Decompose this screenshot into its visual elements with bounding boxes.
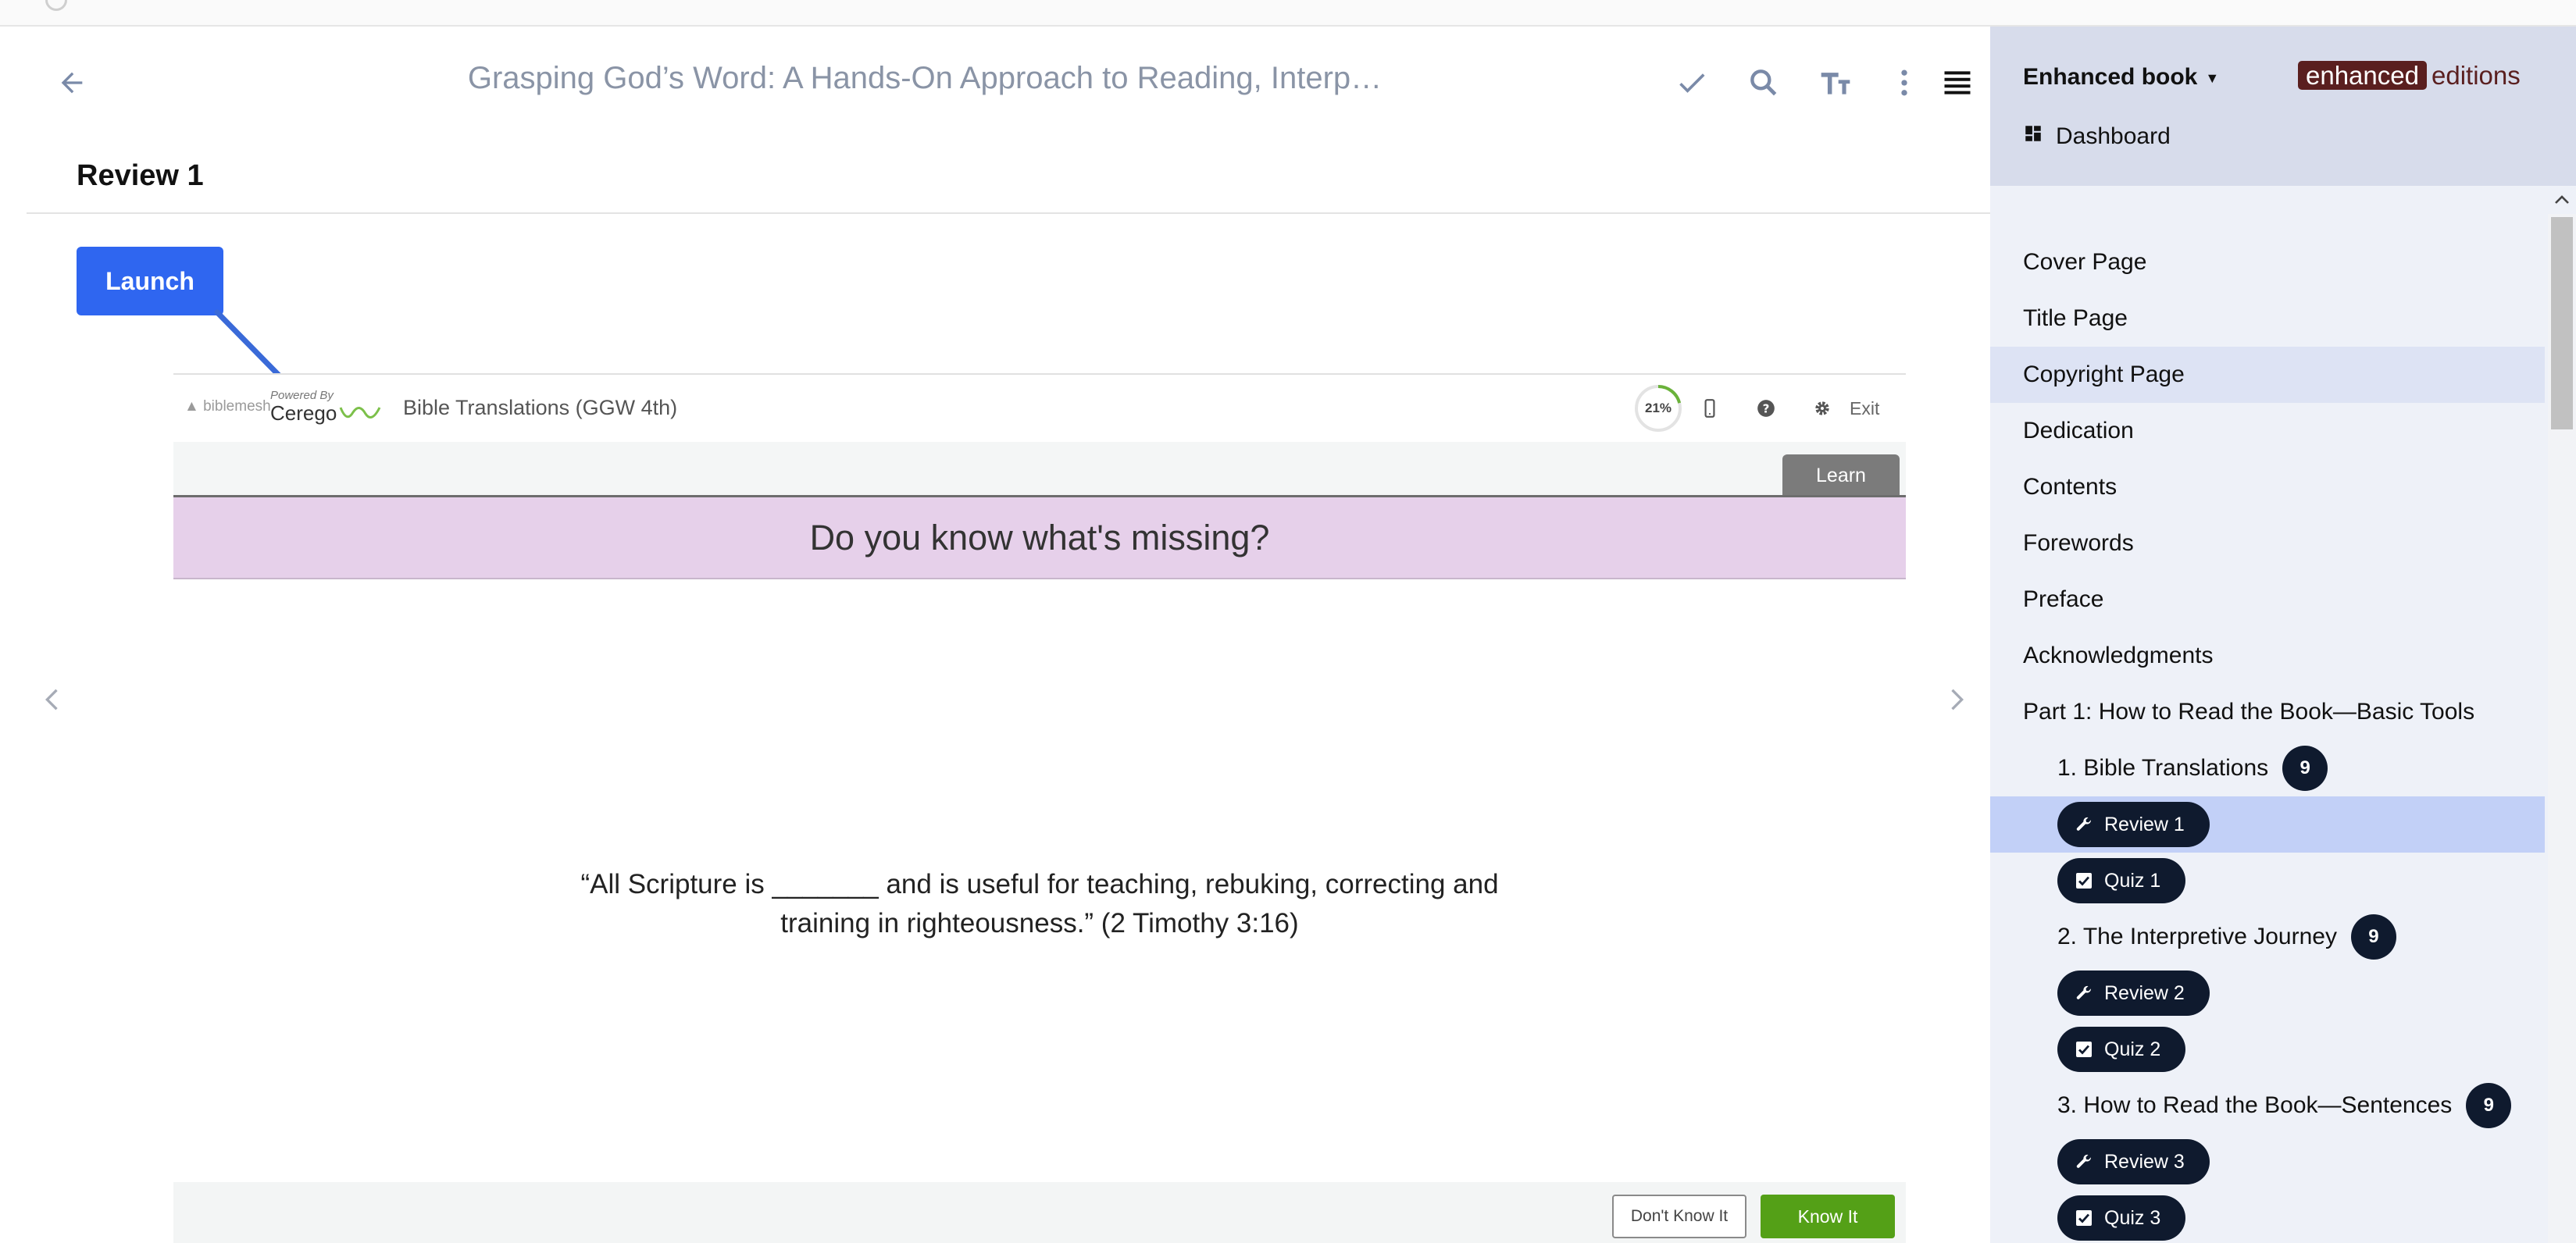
toc-list-icon[interactable] bbox=[1936, 61, 1979, 105]
mobile-phone-icon[interactable] bbox=[1693, 392, 1726, 425]
prev-page-chevron-icon[interactable] bbox=[28, 675, 78, 725]
question-banner: Do you know what's missing? bbox=[173, 495, 1906, 579]
progress-ring: 21% bbox=[1632, 383, 1684, 434]
toc-item-cover-page[interactable]: Cover Page bbox=[1990, 234, 2545, 290]
wrench-icon bbox=[2075, 815, 2093, 834]
loading-indicator-icon bbox=[45, 0, 67, 11]
wrench-icon bbox=[2075, 1152, 2093, 1171]
chapter-2-label: 2. The Interpretive Journey bbox=[2057, 924, 2337, 949]
toc-item-copyright-page[interactable]: Copyright Page bbox=[1990, 347, 2545, 403]
chapter-1-label: 1. Bible Translations bbox=[2057, 755, 2269, 781]
learn-tab[interactable]: Learn bbox=[1782, 454, 1900, 497]
dropdown-caret-icon: ▼ bbox=[2205, 69, 2220, 86]
reader-toolbar: Grasping God’s Word: A Hands-On Approach… bbox=[27, 27, 1990, 128]
dashboard-grid-icon bbox=[2023, 123, 2043, 150]
quote-line-1: “All Scripture is _______ and is useful … bbox=[580, 869, 1499, 899]
chapter-1-count-badge: 9 bbox=[2282, 746, 2328, 791]
toc-item-preface[interactable]: Preface bbox=[1990, 572, 2545, 628]
reader-pane: Grasping God’s Word: A Hands-On Approach… bbox=[27, 27, 1990, 1243]
quiz-3-pill[interactable]: Quiz 3 bbox=[2057, 1195, 2186, 1241]
toc-item-chapter-2[interactable]: 2. The Interpretive Journey 9 bbox=[1990, 909, 2545, 965]
answer-footer: Don't Know It Know It bbox=[173, 1182, 1906, 1243]
cerego-logo: Cerego bbox=[270, 401, 337, 425]
heading-divider bbox=[27, 212, 1990, 214]
review-2-label: Review 2 bbox=[2104, 981, 2185, 1004]
review-3-pill[interactable]: Review 3 bbox=[2057, 1139, 2210, 1184]
enhanced-editions-logo: enhanced editions bbox=[2298, 61, 2521, 91]
mode-tab-bar: Learn bbox=[173, 442, 1906, 497]
dont-know-it-button[interactable]: Don't Know It bbox=[1612, 1195, 1746, 1238]
quote-line-2: training in righteousness.” (2 Timothy 3… bbox=[780, 908, 1299, 938]
help-icon[interactable]: ? bbox=[1750, 392, 1782, 425]
review-3-label: Review 3 bbox=[2104, 1150, 2185, 1173]
cerego-wave-icon bbox=[339, 407, 381, 418]
embed-header: ▲ biblemesh Powered By Cerego Bible Tran… bbox=[173, 375, 1906, 442]
toc-item-chapter-1[interactable]: 1. Bible Translations 9 bbox=[1990, 740, 2545, 796]
chapter-3-label: 3. How to Read the Book—Sentences bbox=[2057, 1092, 2453, 1118]
dashboard-label: Dashboard bbox=[2056, 123, 2171, 149]
quiz-3-label: Quiz 3 bbox=[2104, 1206, 2161, 1229]
quiz-1-label: Quiz 1 bbox=[2104, 869, 2161, 892]
toc-list: Cover Page Title Page Copyright Page Ded… bbox=[1990, 186, 2545, 1243]
sidebar-header: Enhanced book ▼ enhanced editions Dashboar… bbox=[1990, 27, 2576, 186]
toc-item-contents[interactable]: Contents bbox=[1990, 459, 2545, 515]
fill-in-blank-quote: “All Scripture is _______ and is useful … bbox=[486, 865, 1593, 943]
deck-name: Bible Translations (GGW 4th) bbox=[403, 396, 678, 419]
toc-item-dedication[interactable]: Dedication bbox=[1990, 403, 2545, 459]
toc-item-forewords[interactable]: Forewords bbox=[1990, 515, 2545, 572]
dashboard-link[interactable]: Dashboard bbox=[2023, 123, 2171, 150]
checkmark-icon[interactable] bbox=[1670, 61, 1714, 105]
launch-button[interactable]: Launch bbox=[77, 247, 223, 315]
chapter-2-count-badge: 9 bbox=[2350, 914, 2396, 960]
window-top-strip bbox=[0, 0, 2576, 27]
svg-text:?: ? bbox=[1763, 401, 1770, 415]
toc-item-part-1[interactable]: Part 1: How to Read the Book—Basic Tools bbox=[1990, 684, 2545, 740]
back-arrow-icon[interactable] bbox=[50, 61, 94, 105]
quiz-2-pill[interactable]: Quiz 2 bbox=[2057, 1027, 2186, 1072]
enhanced-book-label: Enhanced book bbox=[2023, 64, 2198, 90]
more-vert-icon[interactable] bbox=[1882, 61, 1926, 105]
checkbox-icon bbox=[2075, 1040, 2093, 1059]
quiz-2-label: Quiz 2 bbox=[2104, 1038, 2161, 1060]
quiz-1-pill[interactable]: Quiz 1 bbox=[2057, 858, 2186, 903]
scroll-up-chevron-icon[interactable] bbox=[2548, 186, 2576, 214]
exit-link[interactable]: Exit bbox=[1850, 398, 1879, 419]
know-it-button[interactable]: Know It bbox=[1761, 1195, 1895, 1238]
book-title: Grasping God’s Word: A Hands-On Approach… bbox=[467, 61, 1383, 95]
review-1-pill[interactable]: Review 1 bbox=[2057, 802, 2210, 847]
cerego-embed-frame: ▲ biblemesh Powered By Cerego Bible Tran… bbox=[173, 373, 1906, 1243]
next-page-chevron-icon[interactable] bbox=[1931, 675, 1981, 725]
checkbox-icon bbox=[2075, 871, 2093, 890]
toc-item-chapter-3[interactable]: 3. How to Read the Book—Sentences 9 bbox=[1990, 1077, 2545, 1134]
page-heading: Review 1 bbox=[77, 159, 204, 192]
enhanced-book-menu[interactable]: Enhanced book ▼ bbox=[2023, 64, 2219, 91]
review-2-pill[interactable]: Review 2 bbox=[2057, 971, 2210, 1016]
search-icon[interactable] bbox=[1742, 61, 1786, 105]
toc-sidebar: Enhanced book ▼ enhanced editions Dashboar… bbox=[1990, 27, 2576, 1243]
powered-by-label: Powered By bbox=[270, 389, 334, 402]
progress-percent: 21% bbox=[1644, 401, 1672, 415]
toc-item-title-page[interactable]: Title Page bbox=[1990, 290, 2545, 347]
chapter-3-count-badge: 9 bbox=[2466, 1083, 2512, 1128]
scrollbar-thumb[interactable] bbox=[2551, 217, 2573, 429]
biblemesh-logo: ▲ biblemesh bbox=[184, 398, 271, 415]
text-size-icon[interactable] bbox=[1814, 61, 1857, 105]
toc-item-acknowledgments[interactable]: Acknowledgments bbox=[1990, 628, 2545, 684]
review-1-label: Review 1 bbox=[2104, 813, 2185, 835]
wrench-icon bbox=[2075, 984, 2093, 1003]
settings-gear-icon[interactable] bbox=[1806, 392, 1839, 425]
checkbox-icon bbox=[2075, 1209, 2093, 1227]
